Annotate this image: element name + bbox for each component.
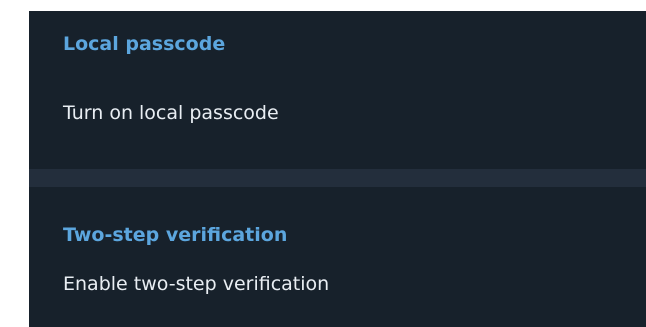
section-divider (29, 169, 646, 187)
enable-two-step-verification-button[interactable]: Enable two-step verification (29, 261, 646, 311)
enable-two-step-verification-label: Enable two-step verification (63, 273, 330, 295)
turn-on-local-passcode-label: Turn on local passcode (63, 102, 279, 124)
section-title-two-step-verification: Two-step verification (63, 224, 288, 246)
turn-on-local-passcode-button[interactable]: Turn on local passcode (29, 90, 646, 140)
section-title-local-passcode: Local passcode (63, 33, 226, 55)
privacy-settings-panel: Local passcode Turn on local passcode Tw… (29, 11, 646, 327)
